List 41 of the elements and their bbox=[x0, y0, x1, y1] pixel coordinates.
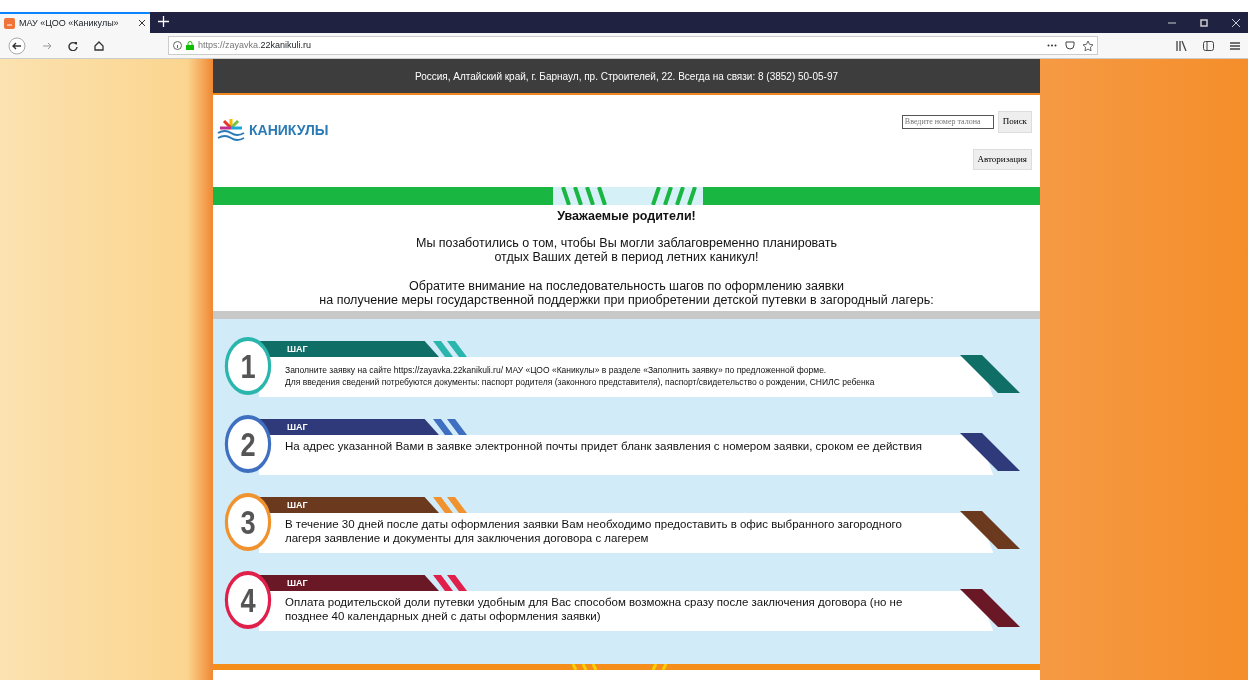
reload-icon[interactable] bbox=[68, 40, 78, 51]
pocket-icon[interactable] bbox=[1065, 40, 1075, 51]
intro-paragraph: Обратите внимание на последовательность шагов по оформлению заявки на получение меры государственной поддержки при приобретении детской путевки в загородный лагерь: bbox=[318, 279, 935, 307]
new-tab-icon[interactable] bbox=[158, 16, 169, 27]
step-banner: ШАГ bbox=[259, 575, 439, 591]
home-icon[interactable] bbox=[94, 40, 104, 51]
login-button[interactable]: Авторизация bbox=[972, 148, 1032, 170]
logo-text: КАНИКУЛЫ bbox=[249, 120, 329, 140]
site-icon bbox=[4, 18, 15, 29]
intro-paragraph: Мы позаботились о том, чтобы Вы могли заблаговременно планировать отдых Ваших детей в период летних каникул! bbox=[414, 236, 838, 264]
corner-stripe-icon bbox=[960, 433, 1020, 473]
restore-icon[interactable] bbox=[1200, 18, 1208, 27]
browser-tab[interactable]: МАУ «ЦОО «Каникулы» bbox=[0, 12, 150, 33]
address-bar[interactable]: https://zayavka.22kanikuli.ru bbox=[168, 36, 1098, 55]
sidebar-icon[interactable] bbox=[1203, 40, 1214, 51]
corner-stripe-icon bbox=[960, 355, 1020, 395]
step-banner: ШАГ bbox=[259, 341, 439, 357]
step-banner: ШАГ bbox=[259, 419, 439, 435]
step-number: 2 bbox=[224, 415, 272, 473]
menu-icon[interactable] bbox=[1230, 40, 1240, 51]
more-icon[interactable] bbox=[1047, 44, 1057, 47]
step-banner: ШАГ bbox=[259, 497, 439, 513]
step-number: 1 bbox=[224, 337, 272, 395]
ticket-number-field[interactable]: Введите номер талона bbox=[901, 114, 994, 129]
corner-stripe-icon bbox=[960, 589, 1020, 629]
library-icon[interactable] bbox=[1176, 40, 1187, 51]
lock-icon bbox=[186, 41, 194, 50]
greeting-title: Уважаемые родители! bbox=[556, 208, 697, 223]
step-number: 4 bbox=[224, 571, 272, 629]
close-icon[interactable] bbox=[138, 19, 146, 28]
back-icon[interactable] bbox=[8, 36, 26, 55]
corner-stripe-icon bbox=[960, 511, 1020, 551]
search-button[interactable]: Поиск bbox=[997, 111, 1032, 133]
logo-icon bbox=[217, 118, 245, 142]
tab-title: МАУ «ЦОО «Каникулы» bbox=[19, 16, 119, 30]
url-text: https://zayavka.22kanikuli.ru bbox=[198, 38, 312, 52]
info-icon bbox=[173, 41, 182, 50]
contact-info: Россия, Алтайский край, г. Барнаул, пр. Строителей, 22. Всегда на связи: 8 (3852) 50-05-97 bbox=[414, 69, 839, 84]
forward-icon[interactable] bbox=[42, 40, 52, 51]
step-number: 3 bbox=[224, 493, 272, 551]
star-icon[interactable] bbox=[1083, 40, 1093, 51]
